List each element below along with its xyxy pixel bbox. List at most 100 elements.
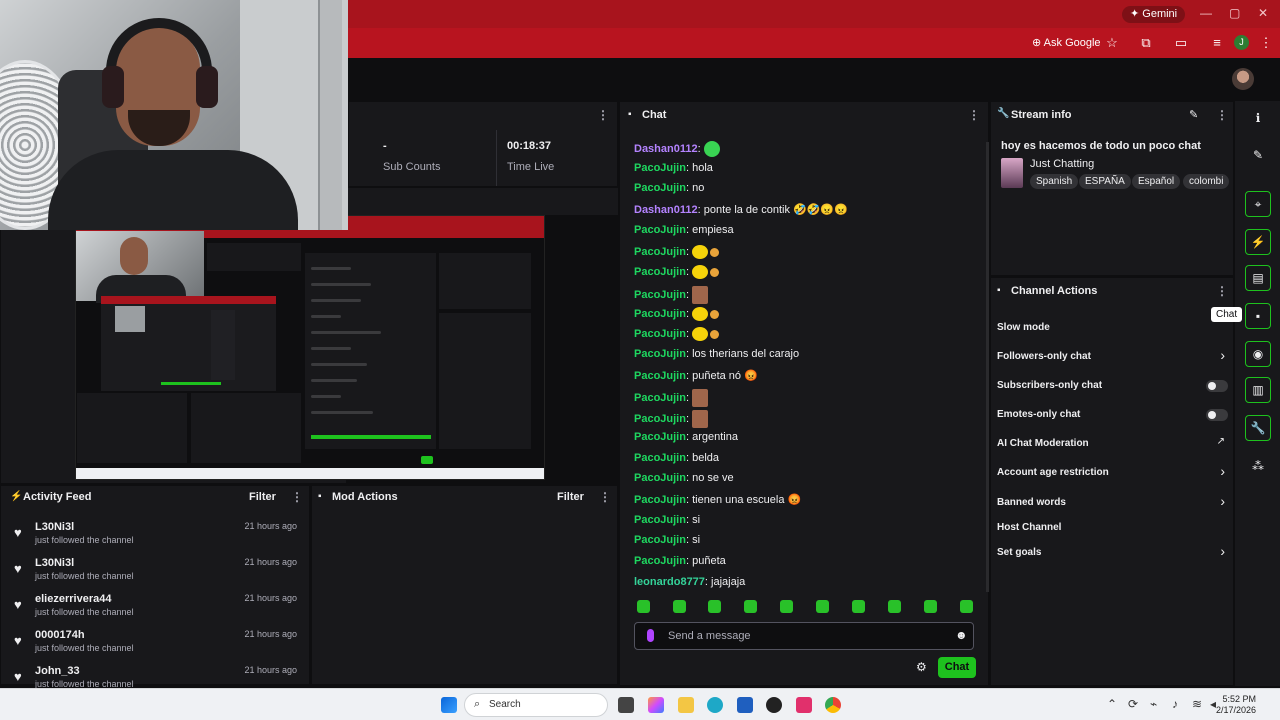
gemini-button[interactable]: ✦ Gemini xyxy=(1122,6,1186,23)
tray-expand-icon[interactable]: ⌃ xyxy=(1107,697,1117,711)
extensions-icon[interactable]: ⧉ xyxy=(1138,35,1154,51)
chat-message[interactable]: PacoJujin: puñeta nó 😡 xyxy=(634,369,758,382)
mod-filter-button[interactable]: Filter xyxy=(557,491,584,503)
stream-tag[interactable]: Spanish xyxy=(1030,174,1079,189)
chat-message[interactable]: PacoJujin: xyxy=(634,265,720,279)
microphone-icon[interactable] xyxy=(647,629,654,642)
chat-username[interactable]: PacoJujin xyxy=(634,246,686,258)
chat-username[interactable]: Dashan0112 xyxy=(634,204,698,216)
chat-message[interactable]: PacoJujin: belda xyxy=(634,452,719,464)
chat-message[interactable]: Dashan0112: ponte la de contik 🤣🤣😠😠 xyxy=(634,203,848,216)
channel-action-slow-mode[interactable]: Slow mode xyxy=(991,321,1235,339)
chrome-icon[interactable] xyxy=(825,697,841,713)
chat-username[interactable]: PacoJujin xyxy=(634,162,686,174)
chat-username[interactable]: PacoJujin xyxy=(634,452,686,464)
close-icon[interactable]: ✕ xyxy=(1258,6,1268,20)
chat-message[interactable]: Dashan0112: xyxy=(634,141,720,157)
cast-icon[interactable]: ▭ xyxy=(1173,35,1189,51)
chat-username[interactable]: PacoJujin xyxy=(634,392,686,404)
channel-action-followers-only-chat[interactable]: Followers-only chat › xyxy=(991,347,1235,368)
stream-tag[interactable]: ESPAÑA xyxy=(1079,174,1131,189)
chat-message[interactable]: PacoJujin: si xyxy=(634,514,700,526)
chat-username[interactable]: PacoJujin xyxy=(634,494,686,506)
toggle-switch[interactable] xyxy=(1206,409,1228,421)
clip-icon[interactable]: ⌖ xyxy=(1245,191,1271,217)
ask-google-button[interactable]: ⊕ Ask Google xyxy=(1032,36,1101,49)
chat-username[interactable]: PacoJujin xyxy=(634,348,686,360)
edge-icon[interactable] xyxy=(707,697,723,713)
chat-send-button[interactable]: Chat xyxy=(938,657,976,678)
chat-message[interactable]: PacoJujin: no se ve xyxy=(634,472,734,484)
chat-username[interactable]: PacoJujin xyxy=(634,224,686,236)
maximize-icon[interactable]: ▢ xyxy=(1229,6,1240,20)
browser-menu-icon[interactable]: ⋮ xyxy=(1258,35,1274,51)
chat-username[interactable]: leonardo8777 xyxy=(634,576,705,588)
activity-item[interactable]: ♥ L30Ni3l just followed the channel 21 hour… xyxy=(1,521,309,557)
chat-username[interactable]: PacoJujin xyxy=(634,413,686,425)
chat-username[interactable]: PacoJujin xyxy=(634,308,686,320)
chat-username[interactable]: PacoJujin xyxy=(634,555,686,567)
channel-action-set-goals[interactable]: Set goals › xyxy=(991,543,1235,564)
activity-item[interactable]: ♥ eliezerrivera44 just followed the channe… xyxy=(1,593,309,629)
chat-message[interactable]: PacoJujin: xyxy=(634,389,709,407)
emote-button[interactable] xyxy=(924,600,937,613)
toggle-switch[interactable] xyxy=(1206,380,1228,392)
store-icon[interactable] xyxy=(737,697,753,713)
chat-message[interactable]: PacoJujin: xyxy=(634,286,709,304)
emote-button[interactable] xyxy=(637,600,650,613)
tiktok-icon[interactable] xyxy=(796,697,812,713)
settings-gear-icon[interactable]: ⚙ xyxy=(916,660,927,674)
chat-username[interactable]: PacoJujin xyxy=(634,514,686,526)
chat-message[interactable]: PacoJujin: empiesa xyxy=(634,224,734,236)
wifi-icon[interactable]: ≋ xyxy=(1192,697,1202,711)
channel-action-ai-chat-moderation[interactable]: AI Chat Moderation ↗ xyxy=(991,436,1235,455)
chat-icon[interactable]: ▪ xyxy=(1245,303,1271,329)
chat-username[interactable]: Dashan0112 xyxy=(634,143,698,155)
notes-icon[interactable]: ▤ xyxy=(1245,265,1271,291)
channel-action-emotes-only-chat[interactable]: Emotes-only chat xyxy=(991,408,1235,426)
windows-start-icon[interactable] xyxy=(441,697,457,713)
emote-button[interactable] xyxy=(888,600,901,613)
chat-scrollbar[interactable] xyxy=(986,142,989,592)
emote-button[interactable] xyxy=(960,600,973,613)
emote-button[interactable] xyxy=(780,600,793,613)
stream-info-menu-icon[interactable]: ⋮ xyxy=(1216,108,1228,122)
sync-icon[interactable]: ⟳ xyxy=(1128,697,1138,711)
taskbar-search[interactable]: ⌕ Search xyxy=(464,693,608,717)
chat-message[interactable]: PacoJujin: tienen una escuela 😡 xyxy=(634,493,801,506)
network-icon[interactable]: ⌁ xyxy=(1150,697,1157,711)
emote-button[interactable] xyxy=(673,600,686,613)
file-explorer-icon[interactable] xyxy=(678,697,694,713)
chat-username[interactable]: PacoJujin xyxy=(634,472,686,484)
stats-menu-icon[interactable]: ⋮ xyxy=(597,108,609,122)
user-avatar[interactable] xyxy=(1232,68,1254,90)
stream-tag[interactable]: colombi xyxy=(1183,174,1230,189)
activity-filter-button[interactable]: Filter xyxy=(249,491,276,503)
obs-icon[interactable] xyxy=(766,697,782,713)
chat-message[interactable]: PacoJujin: no xyxy=(634,182,704,194)
chat-message[interactable]: PacoJujin: xyxy=(634,307,720,321)
chat-username[interactable]: PacoJujin xyxy=(634,431,686,443)
emote-button[interactable] xyxy=(744,600,757,613)
chat-message[interactable]: PacoJujin: xyxy=(634,327,720,341)
activity-item[interactable]: ♥ 0000174h just followed the channel 21 hou… xyxy=(1,629,309,665)
edit-pencil-icon[interactable]: ✎ xyxy=(1189,108,1198,121)
bolt-icon[interactable]: ⚡ xyxy=(1245,229,1271,255)
chat-username[interactable]: PacoJujin xyxy=(634,182,686,194)
channel-action-host-channel[interactable]: Host Channel xyxy=(991,521,1235,539)
emote-button[interactable] xyxy=(708,600,721,613)
share-icon[interactable]: ⁂ xyxy=(1245,453,1271,479)
chat-username[interactable]: PacoJujin xyxy=(634,328,686,340)
chat-username[interactable]: PacoJujin xyxy=(634,534,686,546)
chat-username[interactable]: PacoJujin xyxy=(634,289,686,301)
reading-list-icon[interactable]: ≡ xyxy=(1209,35,1225,50)
chat-message[interactable]: PacoJujin: xyxy=(634,245,720,259)
stream-tag[interactable]: Español xyxy=(1132,174,1181,189)
activity-menu-icon[interactable]: ⋮ xyxy=(291,490,303,504)
broadcast-icon[interactable]: ◉ xyxy=(1245,341,1271,367)
wrench-icon[interactable]: 🔧 xyxy=(1245,415,1271,441)
emoji-icon[interactable]: ☻ xyxy=(955,628,968,642)
chat-message[interactable]: PacoJujin: xyxy=(634,410,709,428)
chat-message[interactable]: PacoJujin: argentina xyxy=(634,431,738,443)
chat-username[interactable]: PacoJujin xyxy=(634,370,686,382)
